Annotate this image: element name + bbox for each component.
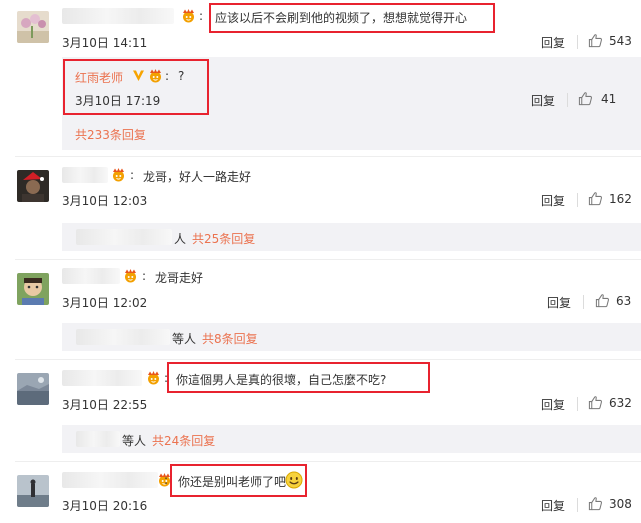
highlight-frame xyxy=(170,464,307,497)
avatar-image xyxy=(17,273,49,305)
avatar[interactable] xyxy=(17,373,49,405)
like-count: 41 xyxy=(601,92,617,106)
separator xyxy=(567,93,568,107)
like-count: 632 xyxy=(609,396,632,410)
colon: : xyxy=(142,269,147,283)
avatar-image xyxy=(17,11,49,43)
comment-text: 龙哥走好 xyxy=(155,271,204,285)
comment-date: 3月10日 20:16 xyxy=(62,499,148,513)
more-replies-box xyxy=(62,425,641,453)
reply-button[interactable]: 回复 xyxy=(531,92,555,109)
avatar[interactable] xyxy=(17,11,49,43)
reply-button[interactable]: 回复 xyxy=(541,34,565,51)
username-blurred[interactable] xyxy=(62,8,174,24)
separator xyxy=(577,498,578,512)
like-icon[interactable] xyxy=(588,496,603,511)
username-blurred[interactable] xyxy=(62,268,120,284)
like-count: 543 xyxy=(609,34,632,48)
like-icon[interactable] xyxy=(588,395,603,410)
replier-names-blurred xyxy=(76,229,172,245)
avatar[interactable] xyxy=(17,475,49,507)
highlight-frame xyxy=(63,59,209,115)
replier-names-blurred xyxy=(76,329,170,345)
like-icon[interactable] xyxy=(595,293,610,308)
reply-button[interactable]: 回复 xyxy=(547,294,571,311)
reply-button[interactable]: 回复 xyxy=(541,192,565,209)
avatar[interactable] xyxy=(17,170,49,202)
separator xyxy=(583,295,584,309)
comment-date: 3月10日 12:03 xyxy=(62,194,148,208)
like-count: 63 xyxy=(616,294,632,308)
like-icon[interactable] xyxy=(578,91,593,106)
username-blurred[interactable] xyxy=(62,472,158,488)
avatar[interactable] xyxy=(17,273,49,305)
reply-button[interactable]: 回复 xyxy=(541,396,565,413)
colon: : xyxy=(164,473,169,487)
more-replies-prefix: 等人 xyxy=(172,332,197,346)
more-replies-link[interactable]: 共24条回复 xyxy=(152,432,215,449)
like-count: 162 xyxy=(609,192,632,206)
more-replies-prefix: 人 xyxy=(174,232,187,246)
username-blurred[interactable] xyxy=(62,167,108,183)
separator xyxy=(577,35,578,49)
like-count: 308 xyxy=(609,497,632,511)
more-replies-link[interactable]: 共25条回复 xyxy=(192,230,255,247)
avatar-image xyxy=(17,373,49,405)
comment-text: 龙哥，好人一路走好 xyxy=(143,170,252,184)
reply-button[interactable]: 回复 xyxy=(541,497,565,514)
divider xyxy=(15,156,641,157)
more-replies-link[interactable]: 共8条回复 xyxy=(202,330,258,347)
more-replies-link[interactable]: 共233条回复 xyxy=(75,126,146,143)
username-blurred[interactable] xyxy=(62,370,142,386)
more-replies-prefix: 等人 xyxy=(122,434,147,448)
comment-date: 3月10日 12:02 xyxy=(62,296,148,310)
fan-badge-icon xyxy=(145,371,162,385)
colon: : xyxy=(130,168,135,182)
separator xyxy=(577,193,578,207)
divider xyxy=(15,259,641,260)
separator xyxy=(577,397,578,411)
like-icon[interactable] xyxy=(588,191,603,206)
fan-badge-icon xyxy=(122,269,139,283)
highlight-frame xyxy=(209,3,495,33)
colon: : xyxy=(199,9,204,23)
fan-badge-icon xyxy=(180,9,197,23)
divider xyxy=(15,461,641,462)
like-icon[interactable] xyxy=(588,33,603,48)
divider xyxy=(15,359,641,360)
fan-badge-icon xyxy=(110,168,127,182)
avatar-image xyxy=(17,475,49,507)
avatar-image xyxy=(17,170,49,202)
highlight-frame xyxy=(167,362,430,393)
replier-names-blurred xyxy=(76,431,120,447)
comment-date: 3月10日 22:55 xyxy=(62,398,148,412)
comment-date: 3月10日 14:11 xyxy=(62,36,148,50)
